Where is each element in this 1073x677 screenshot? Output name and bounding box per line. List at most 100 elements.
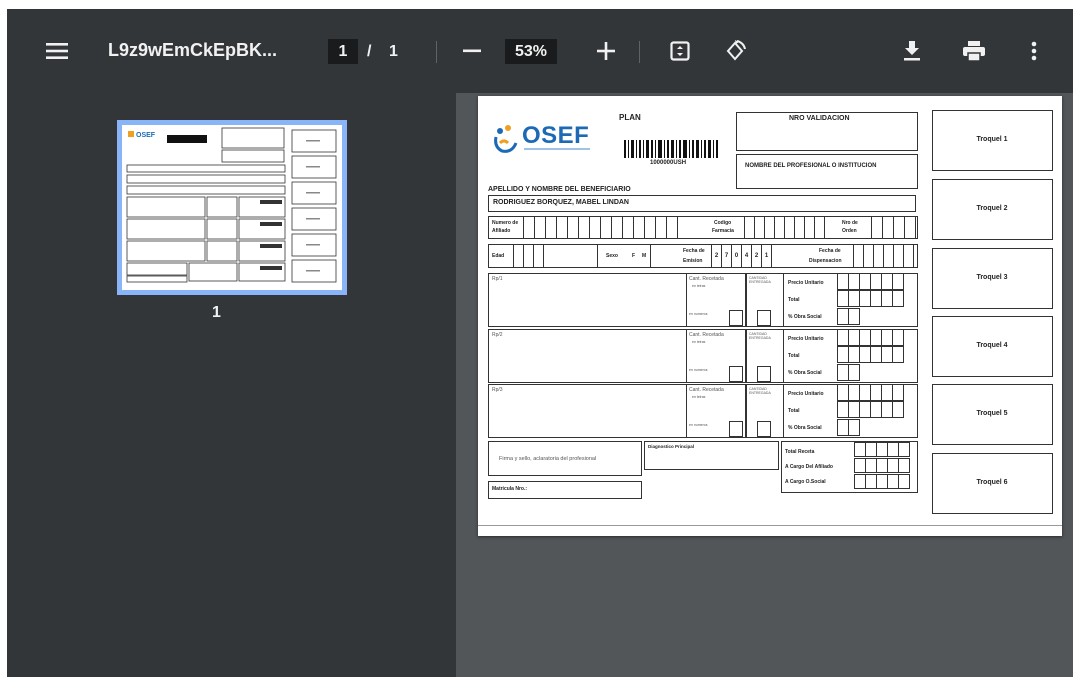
en-letras-label: en letras: [692, 340, 706, 344]
cantidad-entregada-label: CANTIDAD ENTREGADA: [749, 276, 771, 284]
cant-recetada-label: Cant. Recetada: [689, 276, 724, 282]
pdf-viewer: L9z9wEmCkEpBK... 1 / 1 53% OSEF 1 OSEF P…: [7, 9, 1073, 677]
rp-block: Rp/2 Cant. Recetada en letras en numeros…: [488, 329, 918, 383]
afiliado-row: Numero de Afiliado Codigo Farmacia Nro d…: [488, 216, 918, 239]
page-thumbnail[interactable]: OSEF: [117, 120, 347, 295]
total-receta-label: Total Receta: [785, 449, 815, 455]
fecha-emision-cells: 2 7 0 4 2 1: [711, 244, 772, 268]
page-separator: /: [367, 43, 372, 60]
obra-social-pct-label: % Obra Social: [788, 425, 822, 431]
sexo-label: Sexo: [606, 253, 618, 259]
fit-page-icon: [670, 41, 690, 61]
toolbar-divider: [639, 41, 640, 63]
farmacia-cells: [744, 216, 825, 239]
precio-unitario-label: Precio Unitario: [788, 336, 824, 342]
document-title: L9z9wEmCkEpBK...: [108, 40, 278, 60]
print-icon: [963, 41, 985, 61]
toolbar-divider: [436, 41, 437, 63]
fecha-digit: 1: [761, 244, 772, 268]
apellido-label: APELLIDO Y NOMBRE DEL BENEFICIARIO: [488, 186, 631, 193]
orden-cells: [871, 216, 916, 239]
diagnostico-box: Diagnostico Principal: [644, 441, 779, 470]
osef-logo-mark: [494, 125, 518, 153]
firma-label: Firma y sello, aclaratoria del profesion…: [499, 456, 597, 462]
sexo-f-option: F: [632, 253, 636, 259]
plan-label: PLAN: [619, 113, 641, 122]
thumbnail-page-preview: OSEF: [122, 125, 342, 290]
en-numeros-label: en numeros: [689, 312, 708, 316]
nro-orden-label: Nro de: [842, 220, 858, 226]
thumbnail-form-drawing: OSEF: [126, 127, 337, 283]
barcode-number: 1000000USH: [650, 160, 687, 166]
toolbar: L9z9wEmCkEpBK... 1 / 1 53%: [7, 9, 1073, 93]
rp-block: Rp/3 Cant. Recetada en letras en numeros…: [488, 384, 918, 438]
nro-orden-label-2: Orden: [842, 228, 857, 234]
beneficiario-value: RODRIGUEZ BORQUEZ, MABEL LINDAN: [493, 199, 629, 206]
total-label: Total: [788, 353, 800, 359]
codigo-farmacia-label-2: Farmacia: [712, 228, 734, 234]
cantidad-entregada-label: CANTIDAD ENTREGADA: [749, 387, 771, 395]
page-number-input[interactable]: 1: [328, 39, 358, 64]
fecha-emision-label: Fecha de: [683, 248, 705, 254]
a-cargo-os-label: A Cargo O.Social: [785, 479, 826, 485]
cant-recetada-box: Cant. Recetada en letras en numeros: [686, 273, 746, 327]
a-cargo-afiliado-label: A Cargo Del Afiliado: [785, 464, 833, 470]
troquel-box: Troquel 3: [932, 248, 1053, 309]
zoom-level-input[interactable]: 53%: [505, 39, 557, 64]
rp-block: Rp/1 Cant. Recetada en letras en numeros…: [488, 273, 918, 327]
rp-label: Rp/1: [492, 276, 503, 282]
menu-icon: [46, 43, 68, 59]
download-button[interactable]: [895, 35, 929, 67]
precio-unitario-label: Precio Unitario: [788, 391, 824, 397]
sexo-box: Sexo F M: [597, 244, 651, 268]
cantidad-entregada-box: CANTIDAD ENTREGADA: [746, 329, 784, 383]
minus-icon: [463, 49, 481, 53]
rotate-button[interactable]: [718, 35, 752, 67]
zoom-out-button[interactable]: [455, 35, 489, 67]
download-icon: [904, 41, 920, 61]
edad-cells: [513, 244, 544, 268]
beneficiario-field: RODRIGUEZ BORQUEZ, MABEL LINDAN: [488, 195, 916, 212]
cantidad-entregada-box: CANTIDAD ENTREGADA: [746, 273, 784, 327]
troquel-box: Troquel 5: [932, 384, 1053, 445]
cant-recetada-box: Cant. Recetada en letras en numeros: [686, 384, 746, 438]
cantidad-entregada-label: CANTIDAD ENTREGADA: [749, 332, 771, 340]
nro-validacion-box: NRO VALIDACION: [736, 112, 918, 151]
en-numeros-label: en numeros: [689, 368, 708, 372]
fecha-dispensacion-label-2: Dispensacion: [809, 258, 842, 264]
obra-social-pct-label: % Obra Social: [788, 370, 822, 376]
precio-unitario-label: Precio Unitario: [788, 280, 824, 286]
rp-label: Rp/3: [492, 387, 503, 393]
page-bottom-line: [478, 525, 1062, 526]
troquel-label: Troquel 3: [976, 274, 1008, 281]
print-button[interactable]: [957, 35, 991, 67]
firma-box: Firma y sello, aclaratoria del profesion…: [488, 441, 642, 476]
numero-afiliado-label: Numero de: [492, 220, 519, 226]
more-options-button[interactable]: [1017, 35, 1051, 67]
troquel-label: Troquel 2: [976, 205, 1008, 212]
nro-validacion-label: NRO VALIDACION: [789, 115, 850, 122]
cant-recetada-box: Cant. Recetada en letras en numeros: [686, 329, 746, 383]
en-letras-label: en letras: [692, 284, 706, 288]
troquel-box: Troquel 6: [932, 453, 1053, 514]
matricula-label: Matricula Nro.:: [492, 486, 528, 492]
matricula-box: Matricula Nro.:: [488, 481, 642, 499]
edad-label: Edad: [492, 253, 505, 259]
logo-tagline: [524, 148, 590, 150]
fit-to-page-button[interactable]: [663, 35, 697, 67]
totales-box: Total Receta A Cargo Del Afiliado A Carg…: [781, 441, 918, 493]
troquel-label: Troquel 4: [976, 342, 1008, 349]
svg-text:OSEF: OSEF: [136, 132, 156, 139]
fecha-dispensacion-label: Fecha de: [819, 248, 841, 254]
menu-button[interactable]: [37, 35, 77, 67]
fecha-dispensacion-cells: [853, 244, 914, 268]
page-total: 1: [389, 43, 398, 60]
sexo-m-option: M: [642, 253, 647, 259]
en-numeros-label: en numeros: [689, 423, 708, 427]
plus-icon: [597, 42, 615, 60]
zoom-in-button[interactable]: [589, 35, 623, 67]
troquel-box: Troquel 2: [932, 179, 1053, 240]
cant-recetada-label: Cant. Recetada: [689, 332, 724, 338]
fecha-emision-label-2: Emision: [683, 258, 703, 264]
numero-afiliado-label-2: Afiliado: [492, 228, 511, 234]
